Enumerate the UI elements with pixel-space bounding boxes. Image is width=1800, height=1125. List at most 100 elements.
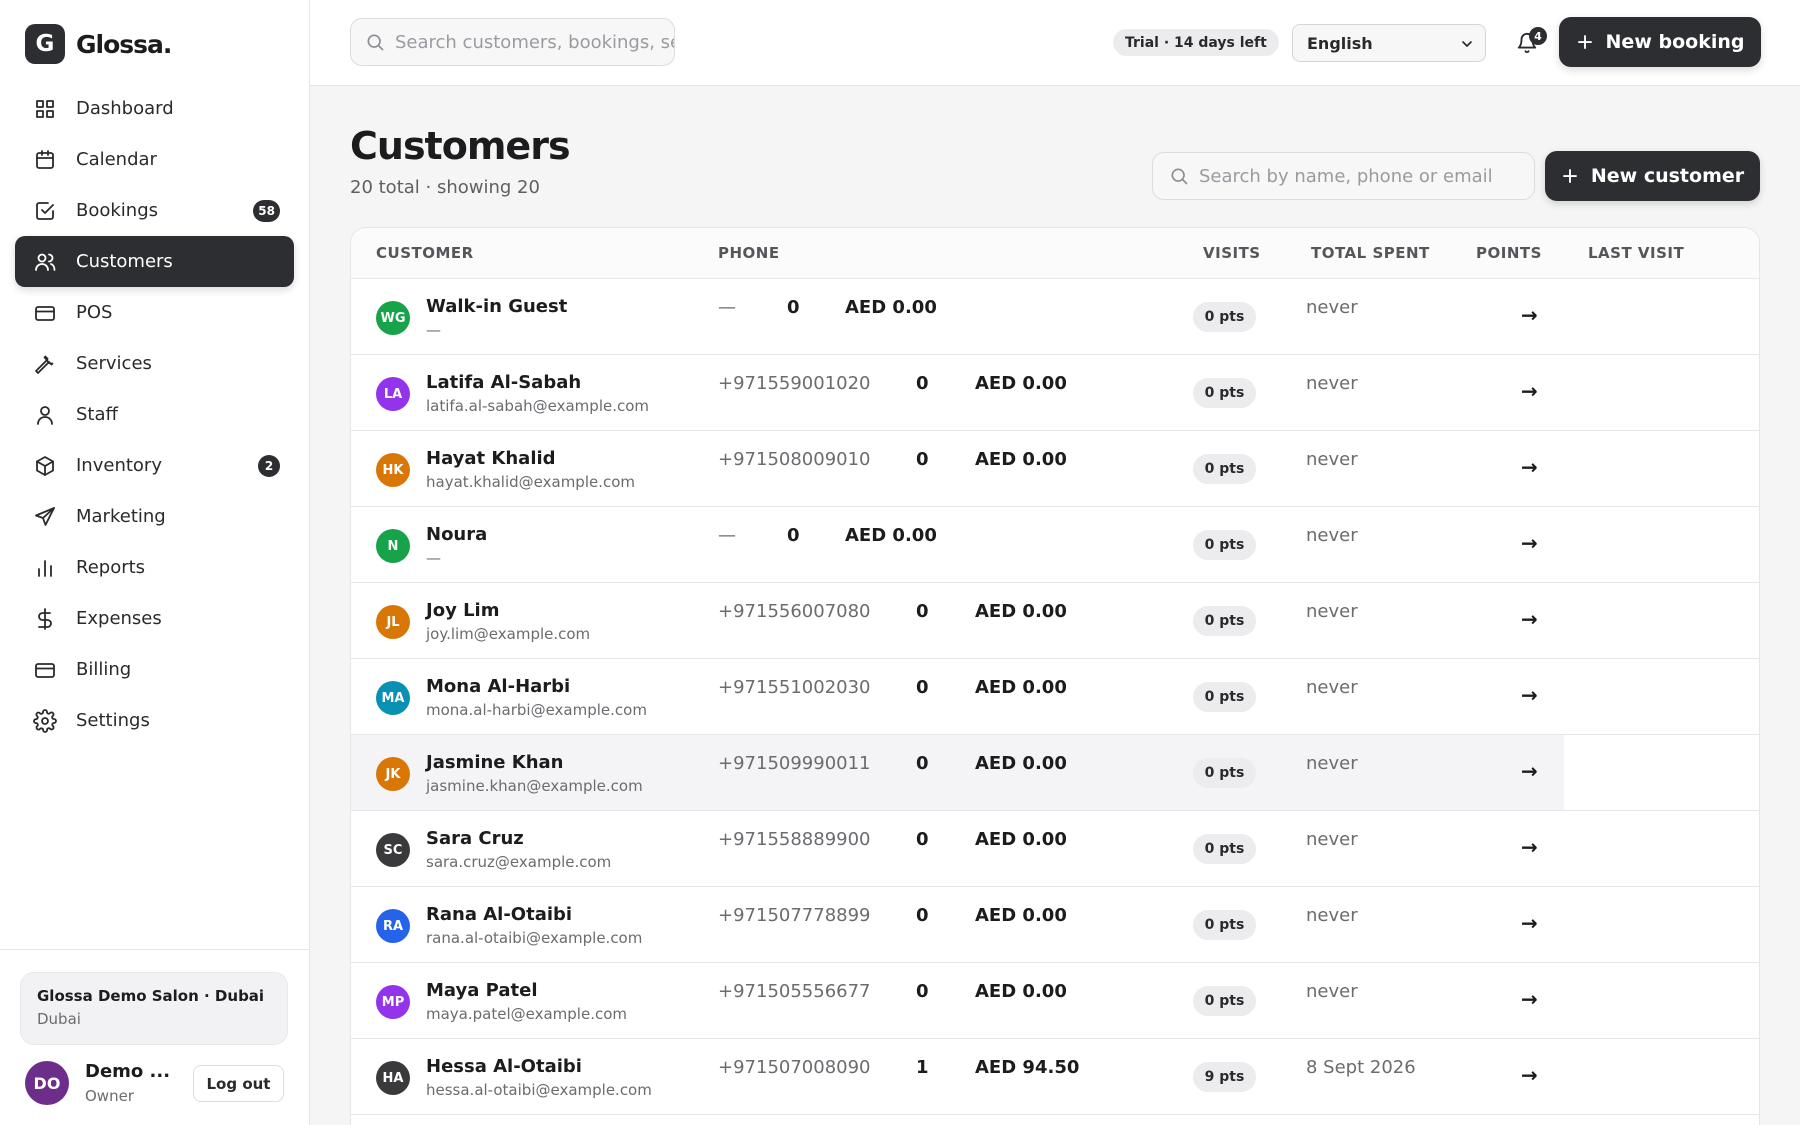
column-header-phone[interactable]: PHONE (718, 244, 780, 262)
user-role: Owner (85, 1087, 134, 1105)
customer-last-visit: never (1306, 829, 1358, 850)
customer-last-visit: never (1306, 753, 1358, 774)
points-badge: 0 pts (1193, 378, 1256, 408)
customer-name[interactable]: Joy Lim (426, 600, 499, 621)
customer-name[interactable]: Rana Al-Otaibi (426, 904, 572, 925)
sidebar-item-services[interactable]: Services (15, 338, 294, 389)
global-search[interactable] (350, 18, 675, 66)
customer-name[interactable]: Mona Al-Harbi (426, 676, 570, 697)
table-row[interactable]: RA Rana Al-Otaibi rana.al-otaibi@example.c… (351, 887, 1759, 963)
customer-visits: 1 (916, 1057, 929, 1078)
avatar: MA (376, 681, 410, 715)
table-row[interactable]: LA Latifa Al-Sabah latifa.al-sabah@example… (351, 355, 1759, 431)
table-row[interactable]: MA Mona Al-Harbi mona.al-harbi@example.com… (351, 659, 1759, 735)
sidebar-item-label: Marketing (76, 506, 166, 527)
new-customer-label: New customer (1590, 165, 1745, 187)
grid-icon (36, 99, 54, 118)
sidebar-item-calendar[interactable]: Calendar (15, 134, 294, 185)
open-customer-arrow-icon[interactable]: → (1521, 835, 1538, 859)
column-header-customer[interactable]: CUSTOMER (376, 244, 474, 262)
open-customer-arrow-icon[interactable]: → (1521, 531, 1538, 555)
table-row[interactable]: MP Maya Patel maya.patel@example.com +97150… (351, 963, 1759, 1039)
avatar[interactable]: DO (25, 1061, 69, 1105)
open-customer-arrow-icon[interactable]: → (1521, 455, 1538, 479)
customer-name[interactable]: Hessa Al-Otaibi (426, 1056, 582, 1077)
customer-last-visit: never (1306, 677, 1358, 698)
customer-last-visit: 8 Sept 2026 (1306, 1057, 1416, 1078)
sidebar-item-label: Dashboard (76, 98, 174, 119)
customer-name[interactable]: Maya Patel (426, 980, 538, 1001)
customer-visits: 0 (916, 829, 929, 850)
customer-visits: 0 (916, 373, 929, 394)
language-select[interactable]: English (1292, 24, 1486, 62)
table-row[interactable]: WG Walk-in Guest — — 0 AED 0.00 0 pts never → (351, 279, 1759, 355)
column-header-visits[interactable]: VISITS (1203, 244, 1261, 262)
customer-total-spent: AED 0.00 (975, 449, 1067, 470)
sidebar-item-expenses[interactable]: Expenses (15, 593, 294, 644)
customer-last-visit: never (1306, 373, 1358, 394)
sidebar-item-reports[interactable]: Reports (15, 542, 294, 593)
customer-search-input[interactable] (1199, 165, 1534, 187)
customer-name[interactable]: Noura (426, 524, 487, 545)
sidebar-item-bookings[interactable]: Bookings 58 (15, 185, 294, 236)
table-row[interactable]: JL Joy Lim joy.lim@example.com +97155600708… (351, 583, 1759, 659)
open-customer-arrow-icon[interactable]: → (1521, 987, 1538, 1011)
open-customer-arrow-icon[interactable]: → (1521, 759, 1538, 783)
customer-phone: +971551002030 (718, 677, 871, 698)
nav-count-badge: 2 (258, 455, 280, 477)
customer-name[interactable]: Walk-in Guest (426, 296, 567, 317)
nav-count-badge: 58 (253, 200, 280, 222)
customer-email: sara.cruz@example.com (426, 853, 612, 871)
customer-search[interactable] (1152, 152, 1535, 200)
open-customer-arrow-icon[interactable]: → (1521, 1063, 1538, 1087)
search-icon (1171, 168, 1188, 185)
customer-visits: 0 (916, 753, 929, 774)
table-row[interactable]: N Noura — — 0 AED 0.00 0 pts never → (351, 507, 1759, 583)
sidebar-item-inventory[interactable]: Inventory 2 (15, 440, 294, 491)
customers-table: CUSTOMER PHONE VISITS TOTAL SPENT POINTS… (350, 227, 1760, 1125)
new-customer-button[interactable]: New customer (1545, 151, 1760, 201)
points-badge: 0 pts (1193, 986, 1256, 1016)
table-row[interactable]: HA Hessa Al-Otaibi hessa.al-otaibi@example… (351, 1039, 1759, 1115)
column-header-last-visit[interactable]: LAST VISIT (1588, 244, 1684, 262)
customer-visits: 0 (916, 677, 929, 698)
column-header-points[interactable]: POINTS (1476, 244, 1542, 262)
sidebar-item-settings[interactable]: Settings (15, 695, 294, 746)
sidebar-item-dashboard[interactable]: Dashboard (15, 83, 294, 134)
table-row[interactable]: HK Hayat Khalid hayat.khalid@example.com +9… (351, 431, 1759, 507)
open-customer-arrow-icon[interactable]: → (1521, 303, 1538, 327)
open-customer-arrow-icon[interactable]: → (1521, 379, 1538, 403)
points-badge: 0 pts (1193, 758, 1256, 788)
brand[interactable]: G Glossa. (25, 24, 172, 64)
plus-icon (1562, 169, 1577, 183)
customer-last-visit: never (1306, 297, 1358, 318)
table-row[interactable]: SC Sara Cruz sara.cruz@example.com +9715588… (351, 811, 1759, 887)
sidebar-item-billing[interactable]: Billing (15, 644, 294, 695)
customer-visits: 0 (916, 905, 929, 926)
org-card[interactable]: Glossa Demo Salon · Dubai Dubai (20, 972, 288, 1045)
logout-button[interactable]: Log out (193, 1065, 284, 1102)
customer-name[interactable]: Hayat Khalid (426, 448, 556, 469)
open-customer-arrow-icon[interactable]: → (1521, 607, 1538, 631)
customer-name[interactable]: Sara Cruz (426, 828, 524, 849)
open-customer-arrow-icon[interactable]: → (1521, 683, 1538, 707)
notifications-button[interactable]: 4 (1510, 26, 1547, 62)
points-badge: 0 pts (1193, 682, 1256, 712)
sidebar-item-label: Reports (76, 557, 146, 578)
sidebar-item-marketing[interactable]: Marketing (15, 491, 294, 542)
new-booking-button[interactable]: New booking (1559, 17, 1761, 67)
box-icon (36, 455, 54, 476)
customer-name[interactable]: Latifa Al-Sabah (426, 372, 581, 393)
customer-last-visit: never (1306, 449, 1358, 470)
sidebar-item-pos[interactable]: POS (15, 287, 294, 338)
trial-badge[interactable]: Trial · 14 days left (1113, 29, 1279, 56)
global-search-input[interactable] (395, 31, 674, 53)
table-row[interactable]: JK Jasmine Khan jasmine.khan@example.com +9… (351, 735, 1759, 811)
brand-name: Glossa. (76, 29, 172, 59)
customer-name[interactable]: Jasmine Khan (426, 752, 564, 773)
credit-card-icon (35, 305, 55, 321)
sidebar-item-customers[interactable]: Customers (15, 236, 294, 287)
open-customer-arrow-icon[interactable]: → (1521, 911, 1538, 935)
sidebar-item-staff[interactable]: Staff (15, 389, 294, 440)
column-header-total-spent[interactable]: TOTAL SPENT (1311, 244, 1430, 262)
